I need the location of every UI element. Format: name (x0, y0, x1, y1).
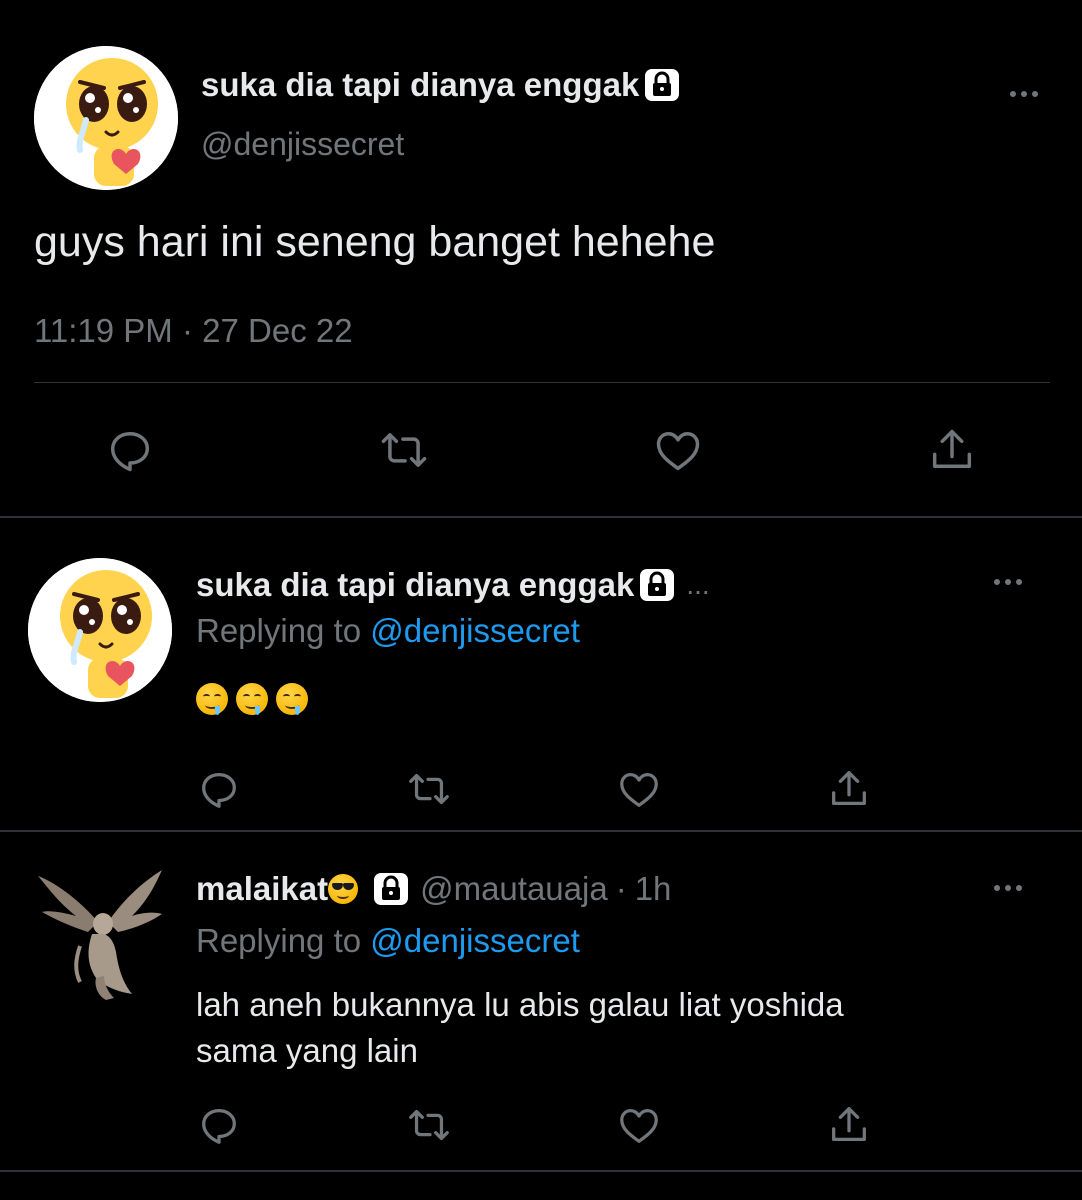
more-icon-dot (1021, 91, 1027, 97)
name-truncation: ... (686, 569, 710, 600)
reply-button[interactable] (192, 762, 246, 816)
like-button[interactable] (612, 762, 666, 816)
share-button[interactable] (822, 762, 876, 816)
lock-icon (640, 569, 675, 601)
share-icon (932, 429, 972, 468)
smiling-face-with-sunglasses-emoji (328, 874, 359, 904)
like-button[interactable] (648, 420, 708, 480)
time: 11:19 PM (34, 312, 173, 349)
tweet-text (196, 682, 316, 716)
drooling-face-emoji (196, 683, 228, 715)
separator: · (181, 312, 193, 349)
more-icon (994, 579, 1000, 585)
more-options-button[interactable] (988, 570, 1028, 594)
more-icon-dot (1032, 91, 1038, 97)
retweet-button[interactable] (402, 762, 456, 816)
display-name-text[interactable]: malaikat (196, 870, 328, 908)
more-icon-dot (1005, 885, 1011, 891)
more-options-button[interactable] (988, 876, 1028, 900)
reply-icon (202, 1108, 236, 1144)
replying-handle-link[interactable]: @denjissecret (370, 922, 580, 959)
date: 27 Dec 22 (202, 312, 353, 349)
more-icon-dot (1016, 579, 1022, 585)
avatar[interactable] (36, 866, 166, 1002)
share-button[interactable] (922, 420, 982, 480)
lock-icon (645, 69, 680, 101)
drooling-face-emoji (236, 683, 268, 715)
avatar[interactable] (34, 46, 178, 190)
reply-button[interactable] (192, 1098, 246, 1152)
timestamp[interactable]: 11:19 PM · 27 Dec 22 (34, 312, 353, 350)
cursed-emoji-avatar-image (28, 558, 172, 702)
section-divider (0, 516, 1082, 518)
retweet-icon (409, 1109, 449, 1141)
display-name-row: malaikat @mautauaja · 1h (196, 870, 671, 908)
more-options-button[interactable] (1004, 82, 1044, 106)
more-icon (1010, 91, 1016, 97)
section-divider (0, 1170, 1082, 1172)
drooling-face-emoji (276, 683, 308, 715)
tweet-text-line: sama yang lain (196, 1032, 418, 1069)
display-name-text: suka dia tapi dianya enggak (196, 566, 635, 603)
replying-handle-link[interactable]: @denjissecret (370, 612, 580, 649)
display-name[interactable]: suka dia tapi dianya enggak (201, 66, 680, 104)
display-name-text: suka dia tapi dianya enggak (201, 66, 640, 103)
reply-icon (202, 772, 236, 808)
display-name[interactable]: suka dia tapi dianya enggak ... (196, 566, 710, 604)
retweet-icon (409, 773, 449, 805)
tweet-text: lah aneh bukannya lu abis galau liat yos… (196, 982, 844, 1074)
replying-prefix: Replying to (196, 612, 362, 649)
handle[interactable]: @mautauaja (420, 870, 608, 908)
replying-to: Replying to @denjissecret (196, 612, 580, 650)
retweet-icon (381, 433, 427, 467)
replying-to: Replying to @denjissecret (196, 922, 580, 960)
avatar[interactable] (28, 558, 172, 702)
cursed-emoji-avatar-image (34, 46, 178, 190)
section-divider (0, 830, 1082, 832)
share-icon (832, 771, 866, 806)
retweet-button[interactable] (374, 420, 434, 480)
separator: · (615, 870, 627, 907)
heart-icon (656, 432, 700, 471)
retweet-button[interactable] (402, 1098, 456, 1152)
angel-statue-avatar-image (36, 866, 166, 1002)
tweet-text-line: lah aneh bukannya lu abis galau liat yos… (196, 986, 844, 1023)
tweet-text: guys hari ini seneng banget hehehe (34, 218, 716, 266)
more-icon-dot (1016, 885, 1022, 891)
divider (34, 382, 1050, 383)
lock-icon (374, 873, 409, 905)
share-button[interactable] (822, 1098, 876, 1152)
reply-icon (110, 432, 150, 472)
handle[interactable]: @denjissecret (201, 126, 404, 163)
like-button[interactable] (612, 1098, 666, 1152)
heart-icon (620, 772, 658, 807)
replying-prefix: Replying to (196, 922, 362, 959)
heart-icon (620, 1108, 658, 1143)
reply-button[interactable] (100, 420, 160, 480)
relative-time[interactable]: 1h (635, 870, 672, 908)
more-icon (994, 885, 1000, 891)
more-icon-dot (1005, 579, 1011, 585)
share-icon (832, 1107, 866, 1142)
